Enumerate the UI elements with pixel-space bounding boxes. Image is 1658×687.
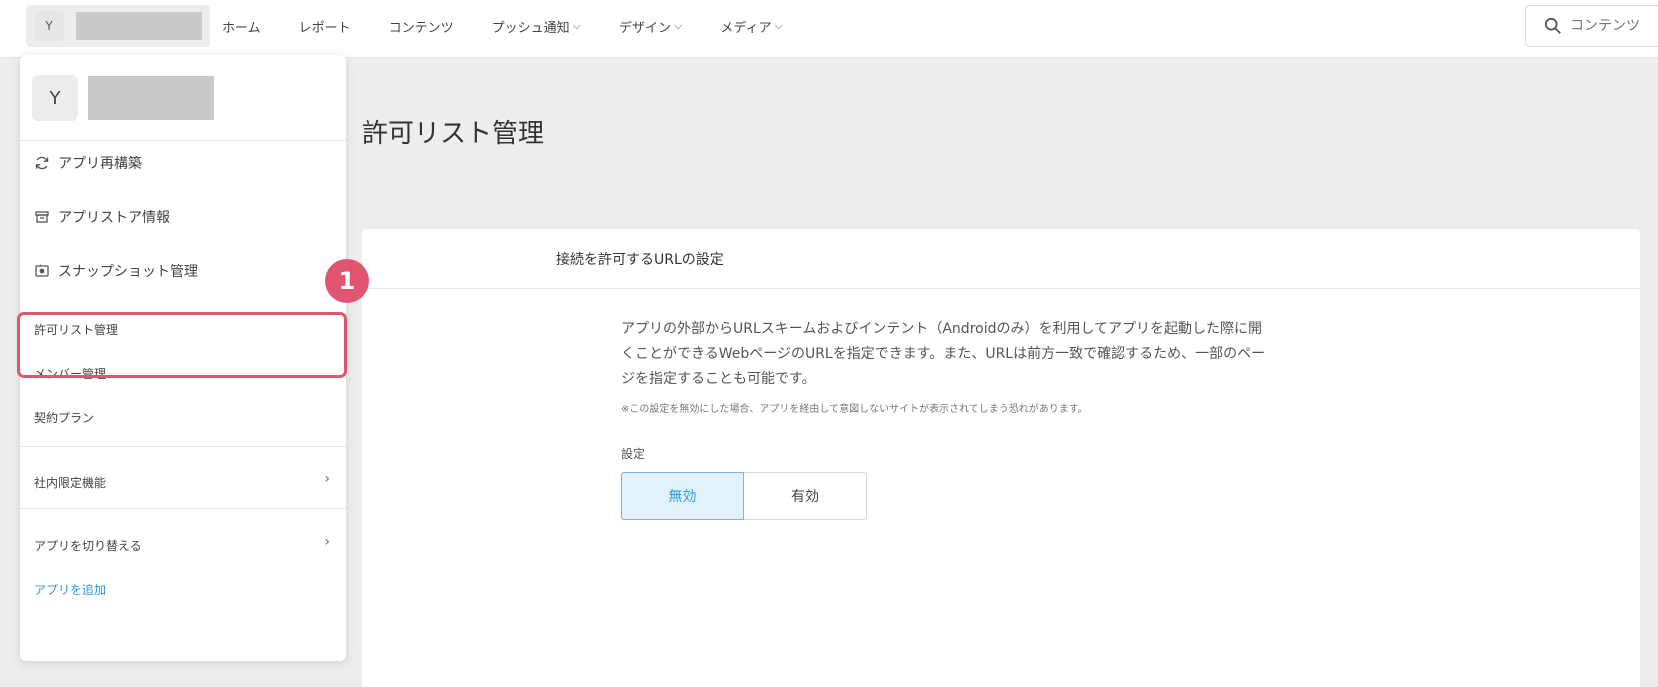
app-name-redacted bbox=[88, 76, 214, 120]
chevron-right-icon: › bbox=[324, 471, 330, 487]
refresh-icon bbox=[35, 156, 49, 170]
main-nav: ホーム レポート コンテンツ プッシュ通知 ⌵ デザイン ⌵ メディア ⌵ bbox=[222, 0, 821, 52]
menu-item-internal[interactable]: 社内限定機能 bbox=[34, 474, 106, 491]
card-header: 接続を許可するURLの設定 bbox=[362, 229, 1640, 289]
card-body: アプリの外部からURLスキームおよびインテント（Androidのみ）を利用してア… bbox=[621, 317, 1381, 520]
highlight-box bbox=[17, 312, 347, 378]
search-box[interactable] bbox=[1525, 5, 1658, 47]
nav-reports[interactable]: レポート bbox=[299, 17, 351, 36]
avatar: Y bbox=[32, 75, 78, 121]
nav-contents[interactable]: コンテンツ bbox=[389, 17, 454, 36]
app-avatar: Y bbox=[34, 11, 64, 41]
store-icon bbox=[35, 211, 49, 223]
add-app-link[interactable]: アプリを追加 bbox=[34, 581, 106, 598]
nav-media[interactable]: メディア ⌵ bbox=[720, 17, 782, 36]
nav-design[interactable]: デザイン ⌵ bbox=[619, 17, 682, 36]
description: アプリの外部からURLスキームおよびインテント（Androidのみ）を利用してア… bbox=[621, 321, 1266, 387]
chevron-down-icon: ⌵ bbox=[774, 19, 783, 32]
search-input[interactable] bbox=[1570, 18, 1658, 34]
enable-button[interactable]: 有効 bbox=[744, 472, 867, 520]
settings-card: 接続を許可するURLの設定 アプリの外部からURLスキームおよびインテント（An… bbox=[362, 229, 1640, 687]
search-icon bbox=[1544, 17, 1561, 34]
menu-item-plan[interactable]: 契約プラン bbox=[34, 409, 94, 426]
disable-button[interactable]: 無効 bbox=[621, 472, 744, 520]
menu-item-snapshot[interactable]: スナップショット管理 bbox=[34, 261, 198, 281]
nav-home[interactable]: ホーム bbox=[222, 17, 261, 36]
menu-item-store-info[interactable]: アプリストア情報 bbox=[34, 207, 170, 227]
menu-item-switch-app[interactable]: アプリを切り替える bbox=[34, 537, 142, 554]
top-navigation-bar: Y ホーム レポート コンテンツ プッシュ通知 ⌵ デザイン ⌵ メディア ⌵ bbox=[0, 0, 1658, 58]
nav-push[interactable]: プッシュ通知 ⌵ bbox=[492, 17, 581, 36]
chevron-down-icon: ⌵ bbox=[572, 19, 582, 32]
step-badge: 1 bbox=[325, 259, 369, 303]
chevron-right-icon: › bbox=[324, 534, 330, 550]
menu-item-rebuild[interactable]: アプリ再構築 bbox=[34, 153, 142, 173]
divider bbox=[20, 508, 346, 509]
chevron-down-icon: ⌵ bbox=[674, 19, 683, 32]
camera-icon bbox=[35, 264, 49, 277]
app-switcher-button[interactable]: Y bbox=[26, 5, 210, 47]
divider bbox=[20, 446, 346, 447]
page-title: 許可リスト管理 bbox=[362, 119, 545, 149]
warning-note: ※この設定を無効にした場合、アプリを経由して意図しないサイトが表示されてしまう恐… bbox=[621, 404, 1088, 415]
dropdown-header: Y bbox=[20, 55, 346, 141]
setting-toggle: 無効 有効 bbox=[621, 472, 1381, 520]
app-name-redacted bbox=[76, 12, 202, 40]
setting-label: 設定 bbox=[621, 447, 646, 461]
